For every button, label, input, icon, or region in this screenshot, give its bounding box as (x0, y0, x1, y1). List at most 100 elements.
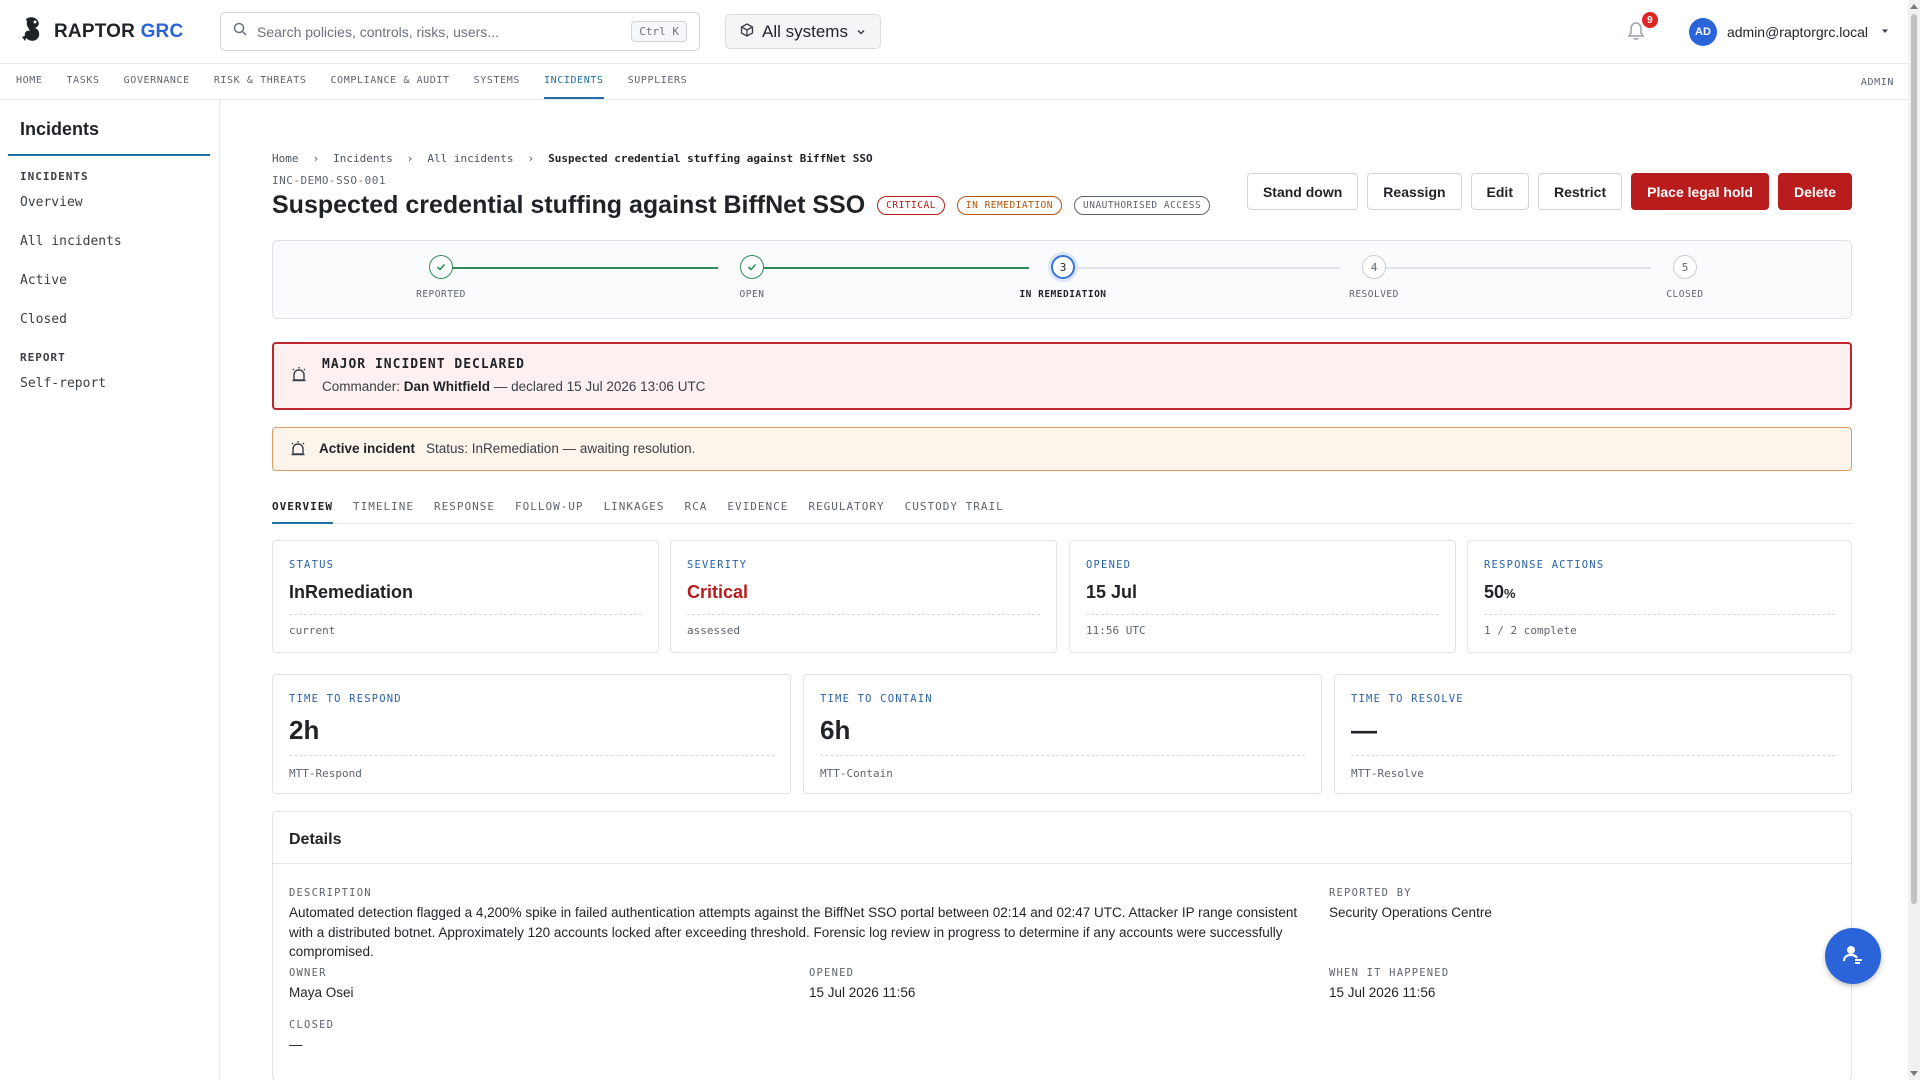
opened-card: OPENED 15 Jul 11:56 UTC (1069, 540, 1456, 653)
tab-timeline[interactable]: TIMELINE (353, 489, 414, 524)
tab-regulatory[interactable]: REGULATORY (808, 489, 884, 524)
when-it-happened-label: WHEN IT HAPPENED (1329, 967, 1450, 979)
delete-button[interactable]: Delete (1777, 173, 1852, 210)
nav-systems[interactable]: SYSTEMS (474, 64, 520, 99)
systems-dropdown[interactable]: All systems (725, 14, 881, 49)
tab-follow-up[interactable]: FOLLOW-UP (515, 489, 584, 524)
stand-down-button[interactable]: Stand down (1246, 173, 1359, 210)
nav-suppliers[interactable]: SUPPLIERS (628, 64, 688, 99)
notification-count-badge: 9 (1641, 12, 1658, 28)
card-value: 2h (289, 715, 320, 745)
search-placeholder: Search policies, controls, risks, users.… (257, 23, 499, 40)
search-icon (233, 22, 247, 41)
nav-governance[interactable]: GOVERNANCE (124, 64, 190, 99)
time-to-resolve-card: TIME TO RESOLVE — MTT-Resolve (1334, 674, 1852, 794)
breadcrumb-home[interactable]: Home (272, 152, 299, 165)
siren-icon (289, 440, 307, 463)
reassign-button[interactable]: Reassign (1367, 173, 1462, 210)
card-value: InRemediation (289, 582, 414, 602)
tab-custody-trail[interactable]: CUSTODY TRAIL (905, 489, 1004, 524)
card-label: SEVERITY (687, 559, 748, 571)
commander-name: Dan Whitfield (403, 379, 491, 394)
card-sub: 1 / 2 complete (1484, 624, 1577, 637)
nav-incidents[interactable]: INCIDENTS (544, 64, 604, 99)
owner-label: OWNER (289, 967, 327, 979)
user-menu[interactable]: AD admin@raptorgrc.local (1688, 18, 1890, 46)
details-title: Details (273, 812, 1851, 864)
breadcrumb-all-incidents[interactable]: All incidents (427, 152, 513, 165)
chevron-right-icon: › (406, 152, 414, 165)
category-badge: UNAUTHORISED ACCESS (1074, 196, 1211, 215)
assign-user-button[interactable] (1825, 928, 1881, 984)
sidebar-item-self-report[interactable]: Self-report (20, 364, 219, 403)
scrollbar-thumb[interactable] (1911, 14, 1917, 904)
search-shortcut: Ctrl K (631, 21, 687, 42)
time-to-respond-card: TIME TO RESPOND 2h MTT-Respond (272, 674, 791, 794)
edit-button[interactable]: Edit (1470, 173, 1529, 210)
details-panel: Details DESCRIPTION Automated detection … (272, 811, 1852, 1080)
scroll-up-arrow-icon[interactable] (1910, 4, 1918, 9)
status-stepper: REPORTED OPEN 3 IN REMEDIATION 4 RESOLVE… (272, 240, 1852, 319)
sidebar: Incidents INCIDENTS Overview All inciden… (0, 100, 220, 1080)
siren-icon (290, 366, 308, 389)
sidebar-item-closed[interactable]: Closed (20, 300, 219, 339)
scroll-down-arrow-icon[interactable] (1910, 1071, 1918, 1076)
card-label: TIME TO RESPOND (289, 693, 402, 705)
systems-label: All systems (762, 21, 848, 41)
tab-overview[interactable]: OVERVIEW (272, 489, 333, 524)
when-it-happened-value: 15 Jul 2026 11:56 (1329, 985, 1436, 1000)
cube-icon (740, 22, 754, 42)
step-reported: REPORTED (381, 255, 501, 300)
card-value: 15 Jul (1086, 582, 1138, 602)
time-to-contain-card: TIME TO CONTAIN 6h MTT-Contain (803, 674, 1322, 794)
card-sub: MTT-Resolve (1351, 767, 1424, 780)
brand-logo[interactable]: RAPTOR GRC (20, 15, 200, 48)
severity-badge: CRITICAL (877, 196, 945, 215)
status-badge: IN REMEDIATION (956, 196, 1062, 215)
step-label: OPEN (739, 289, 765, 300)
card-label: OPENED (1086, 559, 1132, 571)
description-label: DESCRIPTION (289, 887, 372, 899)
step-open: OPEN (692, 255, 812, 300)
nav-admin[interactable]: ADMIN (1861, 64, 1894, 100)
nav-home[interactable]: HOME (16, 64, 42, 99)
major-incident-banner: MAJOR INCIDENT DECLARED Commander: Dan W… (272, 342, 1852, 410)
sidebar-item-all-incidents[interactable]: All incidents (20, 222, 219, 261)
step-label: CLOSED (1666, 289, 1704, 300)
description-text: Automated detection flagged a 4,200% spi… (289, 905, 1298, 959)
sidebar-item-overview[interactable]: Overview (20, 183, 219, 222)
breadcrumb-incidents[interactable]: Incidents (333, 152, 393, 165)
tab-evidence[interactable]: EVIDENCE (727, 489, 788, 524)
nav-compliance-audit[interactable]: COMPLIANCE & AUDIT (331, 64, 450, 99)
owner-value: Maya Osei (289, 985, 354, 1000)
active-incident-label: Active incident (319, 441, 416, 456)
chevron-right-icon: › (312, 152, 320, 165)
nav-risk-threats[interactable]: RISK & THREATS (214, 64, 307, 99)
active-incident-text: Status: InRemediation — awaiting resolut… (426, 441, 696, 456)
opened-value: 15 Jul 2026 11:56 (809, 985, 916, 1000)
sidebar-section-incidents: INCIDENTS (20, 170, 89, 183)
notifications-button[interactable]: 9 (1625, 12, 1658, 44)
sidebar-section-report: REPORT (20, 351, 66, 364)
closed-value: — (289, 1037, 303, 1052)
restrict-button[interactable]: Restrict (1538, 173, 1623, 210)
opened-label: OPENED (809, 967, 855, 979)
breadcrumb-current: Suspected credential stuffing against Bi… (548, 152, 873, 165)
tab-response[interactable]: RESPONSE (434, 489, 495, 524)
card-value: — (1351, 715, 1377, 745)
raptor-logo-icon (20, 15, 46, 48)
search-input[interactable]: Search policies, controls, risks, users.… (220, 12, 700, 51)
tab-rca[interactable]: RCA (685, 489, 708, 524)
card-value: 50% (1484, 582, 1516, 602)
place-legal-hold-button[interactable]: Place legal hold (1631, 173, 1769, 210)
step-in-remediation: 3 IN REMEDIATION (1003, 255, 1123, 300)
tab-linkages[interactable]: LINKAGES (604, 489, 665, 524)
page-scrollbar[interactable] (1908, 0, 1920, 1080)
caret-down-icon (1880, 23, 1890, 41)
step-number: 5 (1673, 255, 1697, 279)
step-number: 4 (1362, 255, 1386, 279)
avatar: AD (1688, 18, 1717, 46)
active-incident-banner: Active incident Status: InRemediation — … (272, 427, 1852, 471)
nav-tasks[interactable]: TASKS (66, 64, 99, 99)
sidebar-item-active[interactable]: Active (20, 261, 219, 300)
